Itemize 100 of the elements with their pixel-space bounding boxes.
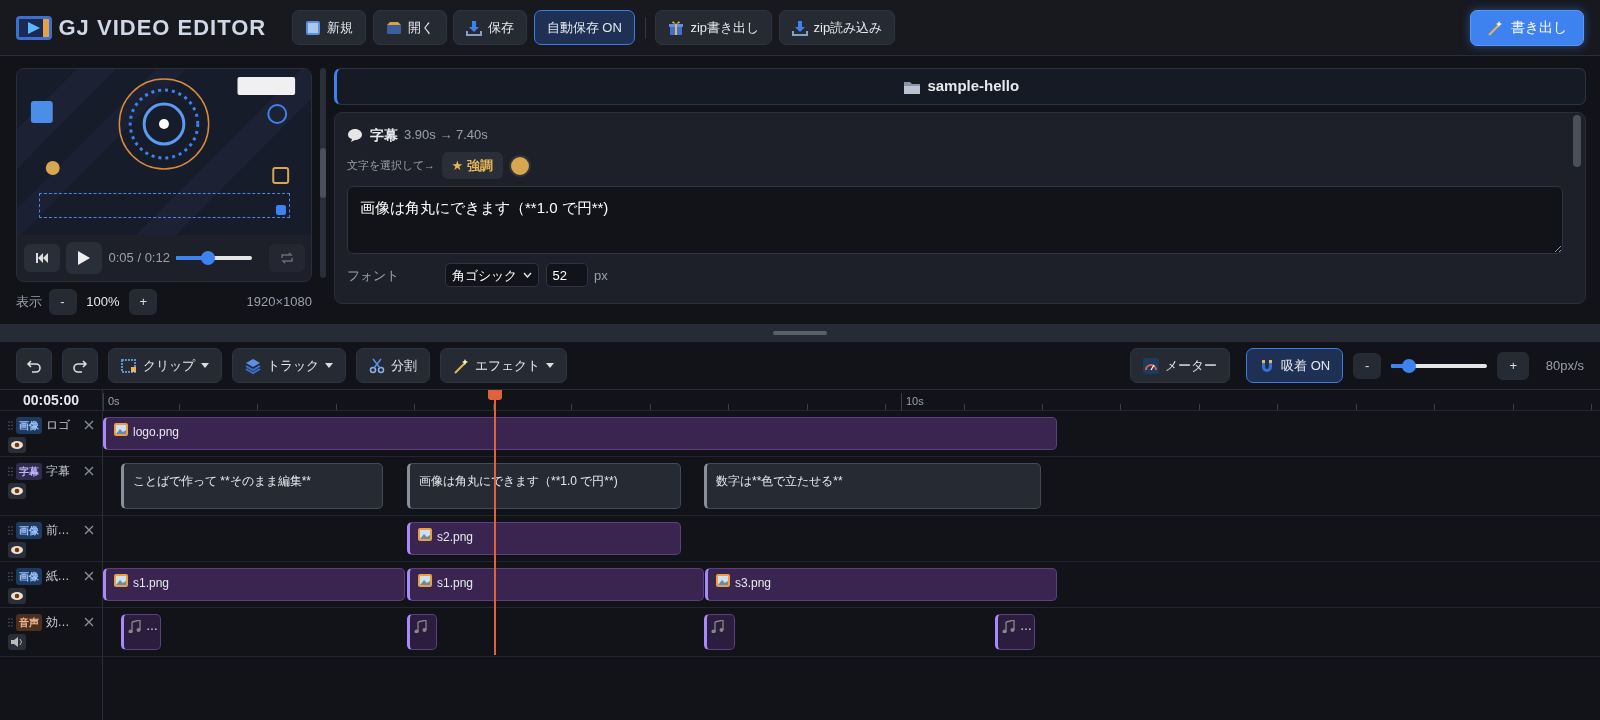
zoom-slider[interactable] [1391, 358, 1488, 373]
speaker-icon [11, 637, 23, 648]
undo-icon [26, 357, 42, 374]
close-icon[interactable] [84, 571, 94, 581]
image-icon [114, 574, 128, 587]
timeline-button[interactable]: クリップ [108, 348, 222, 383]
toolbar-button[interactable]: 保存 [453, 10, 528, 45]
resolution-text: 1920×1080 [246, 292, 312, 311]
time-range: 3.90s → 7.40s [404, 126, 488, 145]
project-name: sample-hello [927, 76, 1020, 97]
image-icon [716, 574, 730, 587]
image-clip[interactable]: logo.png [103, 417, 1057, 450]
audio-clip[interactable]: … [121, 614, 161, 650]
color-swatch[interactable] [509, 154, 532, 177]
close-icon[interactable] [84, 525, 94, 535]
font-size-field[interactable]: 52 [545, 263, 588, 288]
redo-icon [72, 357, 88, 374]
eye-icon [11, 487, 23, 496]
image-clip[interactable]: s1.png [103, 568, 405, 601]
loop-button[interactable] [268, 244, 305, 272]
toolbar-button[interactable]: zip読み込み [778, 10, 896, 45]
layers-icon [245, 357, 261, 374]
film-logo-icon [16, 13, 52, 42]
close-icon[interactable] [84, 466, 94, 476]
track-type-tag: 画像 [16, 567, 43, 585]
timecode: 00:05:00 [22, 390, 79, 410]
track-type-tag: 字幕 [16, 462, 43, 480]
playback-time: 0:05 / 0:12 [108, 249, 170, 268]
snap-toggle[interactable]: 吸着 ON [1246, 348, 1344, 383]
hint-text: 文字を選択して→ [347, 158, 435, 174]
track-type-tag: 画像 [16, 416, 43, 434]
timeline-button[interactable]: トラック [232, 348, 346, 383]
close-icon[interactable] [84, 617, 94, 627]
toolbar-button[interactable]: zip書き出し [655, 10, 772, 45]
audio-clip[interactable] [407, 614, 437, 650]
drag-handle-icon [8, 617, 13, 627]
font-select[interactable]: 角ゴシック [445, 263, 539, 288]
close-icon[interactable] [84, 420, 94, 430]
play-button[interactable] [66, 242, 102, 274]
meter-button[interactable]: メーター [1129, 348, 1230, 383]
download-icon [466, 19, 483, 36]
audio-clip[interactable]: … [995, 614, 1035, 650]
skip-back-icon [35, 253, 48, 263]
effect-button[interactable]: エフェクト [440, 348, 567, 383]
undo-button[interactable] [16, 348, 52, 383]
unit-text: px [594, 266, 608, 285]
audio-clip[interactable] [704, 614, 735, 650]
image-clip[interactable]: s1.png [407, 568, 704, 601]
music-note-icon [1002, 620, 1015, 633]
scrollbar[interactable] [1573, 114, 1581, 167]
ruler-label: 0s [103, 393, 120, 411]
zoom-in-button[interactable]: + [1497, 351, 1530, 380]
download-icon [791, 19, 808, 36]
seek-slider[interactable] [176, 251, 253, 265]
timeline-button[interactable]: 分割 [356, 348, 430, 383]
subtitle-clip[interactable]: 数字は**色で立たせる** [704, 463, 1041, 509]
drag-handle-icon [8, 525, 13, 535]
zoom-label: 表示 [16, 292, 42, 311]
ruler-label: 10s [901, 393, 924, 411]
eye-icon [11, 592, 23, 601]
visibility-toggle[interactable] [8, 483, 26, 500]
track-type-tag: 音声 [16, 613, 43, 631]
eye-icon [11, 546, 23, 555]
image-icon [418, 528, 432, 541]
speech-bubble-icon [347, 127, 363, 143]
zoom-in-button[interactable]: + [129, 288, 158, 315]
app-title: GJ VIDEO EDITOR [58, 14, 267, 42]
image-icon [418, 574, 432, 587]
export-button[interactable]: 書き出し [1470, 9, 1584, 46]
frame-icon [305, 19, 322, 36]
track-name: 字幕 [45, 463, 70, 480]
speaker-toggle[interactable] [8, 634, 26, 651]
scissors-icon [369, 357, 385, 374]
skip-back-button[interactable] [23, 244, 60, 272]
resize-handle[interactable] [276, 205, 286, 215]
music-note-icon [414, 620, 427, 633]
gauge-icon [1142, 357, 1159, 374]
play-icon [78, 251, 90, 265]
scrollbar[interactable] [320, 68, 326, 278]
visibility-toggle[interactable] [8, 542, 26, 559]
playhead-handle[interactable] [488, 390, 502, 400]
autosave-toggle[interactable]: 自動保存 ON [533, 10, 635, 45]
magic-wand-icon [453, 357, 469, 374]
image-clip[interactable]: s2.png [407, 522, 681, 555]
splitter-handle[interactable] [773, 331, 827, 335]
redo-button[interactable] [62, 348, 98, 383]
visibility-toggle[interactable] [8, 437, 26, 454]
emphasis-button[interactable]: ★ 強調 [441, 152, 503, 179]
zoom-out-button[interactable]: - [48, 288, 77, 315]
visibility-toggle[interactable] [8, 588, 26, 605]
toolbar-button[interactable]: 開く [372, 10, 447, 45]
zoom-reading: 80px/s [1545, 356, 1584, 375]
subtitle-clip[interactable]: ことばで作って **そのまま編集** [121, 463, 383, 509]
image-clip[interactable]: s3.png [705, 568, 1057, 601]
zoom-value: 100% [86, 292, 120, 311]
font-label: フォント [347, 266, 400, 285]
subtitle-text-field[interactable]: 画像は角丸にできます（**1.0 で円**) [347, 185, 1563, 254]
track-name: 効… [45, 614, 70, 631]
zoom-out-button[interactable]: - [1353, 352, 1382, 379]
toolbar-button[interactable]: 新規 [292, 10, 367, 45]
